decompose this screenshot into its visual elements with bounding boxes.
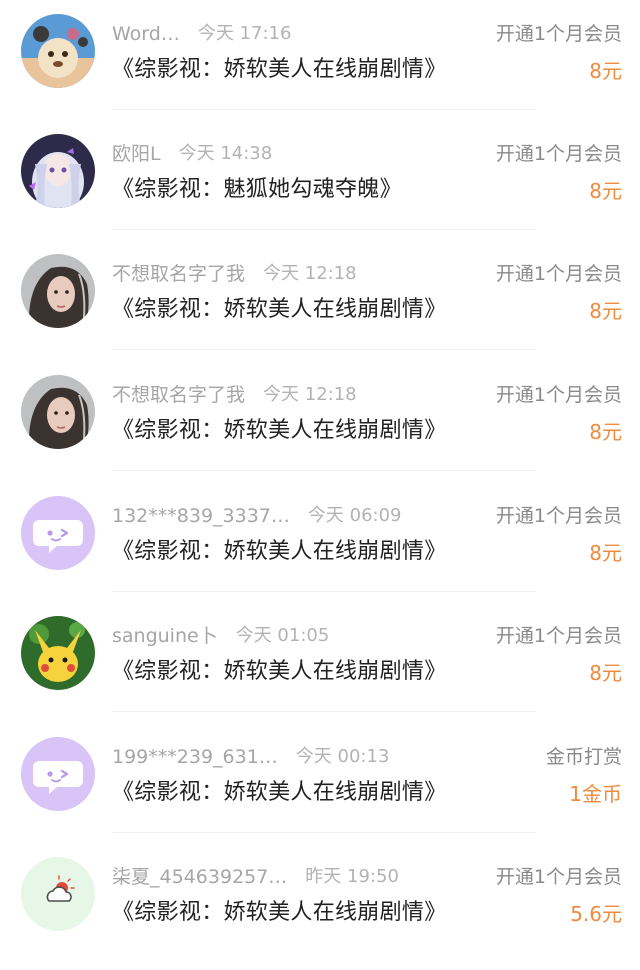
amount: 8元 [589, 661, 622, 685]
username: 199***239_631… [112, 746, 278, 768]
list-item[interactable]: 不想取名字了我 今天 12:18 开通1个月会员 《综影视：娇软美人在线崩剧情》 … [0, 240, 640, 360]
list-item[interactable]: 199***239_631… 今天 00:13 金币打赏 《综影视：娇软美人在线崩… [0, 723, 640, 843]
book-title: 《综影视：娇软美人在线崩剧情》 [112, 418, 447, 443]
meta-line: sanguine卜 今天 01:05 [112, 622, 329, 650]
timestamp: 今天 12:18 [263, 384, 357, 405]
list-item[interactable]: 132***839_3337… 今天 06:09 开通1个月会员 《综影视：娇软美… [0, 482, 640, 602]
list-item[interactable]: 不想取名字了我 今天 12:18 开通1个月会员 《综影视：娇软美人在线崩剧情》 … [0, 361, 640, 481]
action-label: 开通1个月会员 [495, 384, 622, 406]
pikachu-avatar[interactable] [21, 616, 95, 690]
meta-line: 132***839_3337… 今天 06:09 [112, 502, 402, 530]
meta-line: 不想取名字了我 今天 12:18 [112, 260, 357, 288]
timestamp: 今天 00:13 [295, 746, 390, 767]
username: 不想取名字了我 [112, 384, 246, 406]
book-title: 《综影视：娇软美人在线崩剧情》 [112, 57, 447, 82]
amount: 8元 [589, 59, 622, 83]
meta-line: 柒夏_454639257… 昨天 19:50 [112, 863, 399, 891]
dog-cartoon-avatar[interactable] [21, 14, 95, 88]
username: 不想取名字了我 [112, 263, 246, 285]
list-item[interactable]: sanguine卜 今天 01:05 开通1个月会员 《综影视：娇软美人在线崩剧情… [0, 602, 640, 722]
book-title: 《综影视：魅狐她勾魂夺魄》 [112, 177, 402, 202]
portrait-girl-avatar[interactable] [21, 254, 95, 328]
action-label: 开通1个月会员 [495, 143, 622, 165]
timestamp: 今天 12:18 [263, 263, 357, 284]
amount: 8元 [589, 541, 622, 565]
book-title: 《综影视：娇软美人在线崩剧情》 [112, 539, 447, 564]
username: sanguine卜 [112, 625, 218, 647]
timestamp: 今天 17:16 [197, 23, 292, 44]
timestamp: 今天 06:09 [307, 505, 402, 526]
amount: 8元 [589, 420, 622, 444]
divider [112, 832, 536, 833]
portrait-girl-avatar[interactable] [21, 375, 95, 449]
meta-line: 不想取名字了我 今天 12:18 [112, 381, 357, 409]
book-title: 《综影视：娇软美人在线崩剧情》 [112, 659, 447, 684]
action-label: 开通1个月会员 [495, 505, 622, 527]
meta-line: Word… 今天 17:16 [112, 20, 291, 48]
amount: 8元 [589, 299, 622, 323]
divider [112, 349, 536, 350]
default-chat-avatar[interactable] [21, 737, 95, 811]
weather-cloud-avatar[interactable] [21, 857, 95, 931]
divider [112, 229, 536, 230]
username: 欧阳L [112, 143, 161, 165]
meta-line: 欧阳L 今天 14:38 [112, 140, 272, 168]
username: 132***839_3337… [112, 505, 290, 527]
action-label: 开通1个月会员 [495, 263, 622, 285]
timestamp: 昨天 19:50 [305, 866, 399, 887]
action-label: 开通1个月会员 [495, 625, 622, 647]
divider [112, 711, 536, 712]
action-label: 金币打赏 [545, 746, 622, 768]
list-item[interactable]: 柒夏_454639257… 昨天 19:50 开通1个月会员 《综影视：娇软美人在… [0, 843, 640, 963]
list-item[interactable]: Word… 今天 17:16 开通1个月会员 《综影视：娇软美人在线崩剧情》 8元 [0, 0, 640, 120]
book-title: 《综影视：娇软美人在线崩剧情》 [112, 780, 447, 805]
amount: 5.6元 [570, 902, 622, 926]
username: 柒夏_454639257… [112, 866, 288, 888]
action-label: 开通1个月会员 [495, 866, 622, 888]
timestamp: 今天 01:05 [235, 625, 330, 646]
list-item[interactable]: 欧阳L 今天 14:38 开通1个月会员 《综影视：魅狐她勾魂夺魄》 8元 [0, 120, 640, 240]
anime-girl-avatar[interactable] [21, 134, 95, 208]
timestamp: 今天 14:38 [178, 143, 273, 164]
default-chat-avatar[interactable] [21, 496, 95, 570]
meta-line: 199***239_631… 今天 00:13 [112, 743, 389, 771]
action-label: 开通1个月会员 [495, 23, 622, 45]
amount: 8元 [589, 179, 622, 203]
divider [112, 470, 536, 471]
book-title: 《综影视：娇软美人在线崩剧情》 [112, 900, 447, 925]
divider [112, 109, 536, 110]
username: Word… [112, 23, 180, 45]
divider [112, 591, 536, 592]
book-title: 《综影视：娇软美人在线崩剧情》 [112, 297, 447, 322]
amount: 1金币 [569, 782, 622, 806]
